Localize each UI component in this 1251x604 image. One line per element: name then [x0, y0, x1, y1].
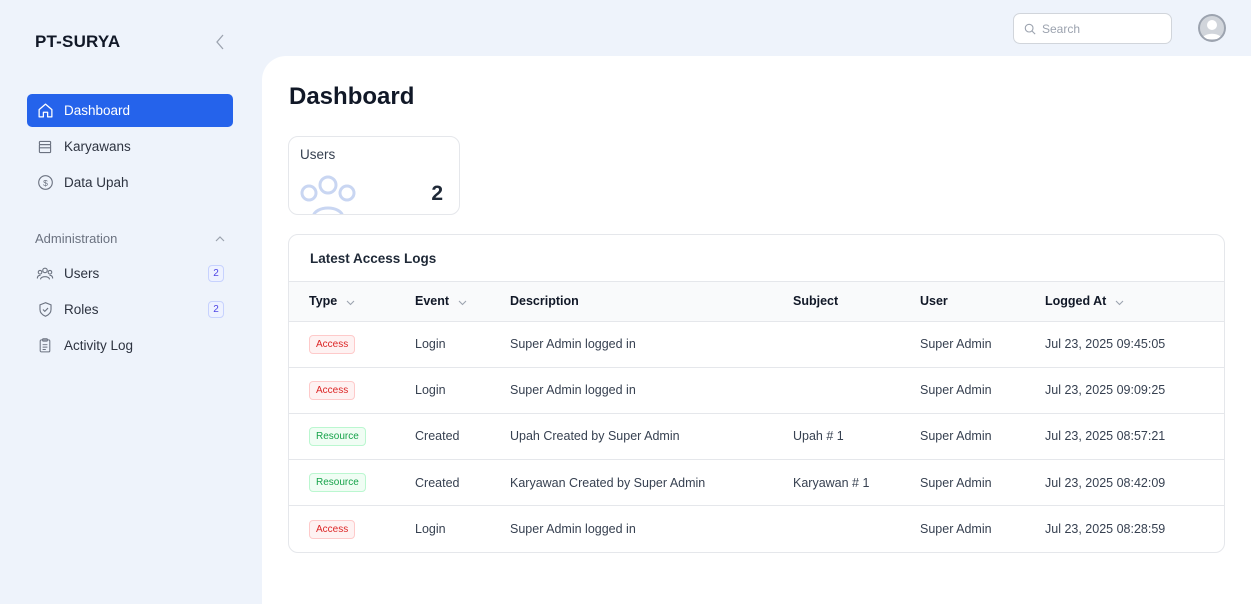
type-badge: Resource	[309, 426, 366, 446]
subject-cell	[793, 506, 920, 552]
subject-cell: Karyawan # 1	[793, 475, 870, 490]
sidebar-item-label: Data Upah	[64, 175, 129, 190]
column-header-logged-at[interactable]: Logged At	[1045, 282, 1224, 322]
type-badge: Access	[309, 380, 356, 400]
user-cell: Super Admin	[920, 475, 992, 490]
clipboard-icon	[35, 336, 55, 356]
column-label: Event	[415, 293, 450, 308]
description-cell: Super Admin logged in	[510, 337, 636, 352]
event-cell: Login	[415, 383, 446, 398]
sidebar-item-label: Users	[64, 266, 100, 281]
event-cell: Login	[415, 522, 446, 537]
search-input[interactable]: Search	[1013, 13, 1172, 44]
sidebar: PT-SURYA Dashboard Karyawans $ Data Upah…	[0, 0, 262, 604]
sidebar-item-dashboard[interactable]: Dashboard	[27, 94, 233, 127]
table-row[interactable]: Access Login Super Admin logged in Super…	[289, 506, 1224, 552]
logged-at-cell: Jul 23, 2025 09:45:05	[1045, 337, 1166, 352]
group-title: Administration	[35, 230, 118, 246]
event-cell: Created	[415, 475, 460, 490]
column-header-user: User	[920, 282, 1045, 322]
logged-at-cell: Jul 23, 2025 08:42:09	[1045, 475, 1166, 490]
column-header-subject: Subject	[793, 282, 920, 322]
administration-group-toggle[interactable]: Administration	[35, 229, 225, 247]
logged-at-cell: Jul 23, 2025 09:09:25	[1045, 383, 1166, 398]
sidebar-item-data-upah[interactable]: $ Data Upah	[27, 166, 233, 199]
column-label: Logged At	[1045, 293, 1107, 308]
chevron-down-icon	[458, 295, 467, 309]
sidebar-item-activity-log[interactable]: Activity Log	[27, 329, 233, 362]
dollar-icon: $	[35, 173, 55, 193]
sidebar-item-label: Roles	[64, 302, 99, 317]
description-cell: Karyawan Created by Super Admin	[510, 475, 706, 490]
users-icon	[35, 264, 55, 284]
logged-at-cell: Jul 23, 2025 08:28:59	[1045, 522, 1166, 537]
description-cell: Super Admin logged in	[510, 522, 636, 537]
type-badge: Access	[309, 334, 356, 354]
table-row[interactable]: Access Login Super Admin logged in Super…	[289, 321, 1224, 368]
chevron-up-icon	[215, 231, 225, 246]
svg-text:$: $	[43, 178, 48, 188]
stat-label: Users	[300, 147, 336, 162]
users-icon	[293, 171, 363, 214]
stat-value: 2	[431, 182, 443, 205]
event-cell: Login	[415, 337, 446, 352]
user-avatar-icon	[1198, 14, 1226, 42]
access-logs-table-card: Latest Access Logs Type Event Descriptio…	[288, 234, 1225, 553]
archive-icon	[35, 137, 55, 157]
brand-name: PT-SURYA	[35, 32, 121, 51]
table-row[interactable]: Access Login Super Admin logged in Super…	[289, 367, 1224, 414]
sidebar-item-label: Activity Log	[64, 338, 134, 353]
logs-title: Latest Access Logs	[289, 235, 1224, 282]
type-badge: Resource	[309, 473, 366, 493]
user-cell: Super Admin	[920, 337, 992, 352]
search-placeholder: Search	[1042, 21, 1081, 36]
sidebar-item-karyawans[interactable]: Karyawans	[27, 130, 233, 163]
chevron-down-icon	[346, 295, 355, 309]
chevron-left-icon	[216, 34, 224, 50]
column-header-description: Description	[510, 282, 793, 322]
roles-count-badge: 2	[208, 301, 224, 318]
access-logs-table: Type Event Description Subject User Logg…	[289, 282, 1224, 552]
chevron-down-icon	[1115, 295, 1124, 309]
event-cell: Created	[415, 429, 460, 444]
shield-check-icon	[35, 300, 55, 320]
sidebar-item-label: Dashboard	[64, 103, 131, 118]
users-count-badge: 2	[208, 265, 224, 282]
users-stat-card: Users 2	[288, 136, 460, 215]
subject-cell	[793, 321, 920, 367]
table-row[interactable]: Resource Created Upah Created by Super A…	[289, 413, 1224, 460]
collapse-sidebar-button[interactable]	[210, 30, 230, 54]
search-icon	[1024, 23, 1036, 35]
type-badge: Access	[309, 519, 356, 539]
logged-at-cell: Jul 23, 2025 08:57:21	[1045, 429, 1166, 444]
sidebar-item-roles[interactable]: Roles 2	[27, 293, 233, 326]
home-icon	[35, 101, 55, 121]
subject-cell: Upah # 1	[793, 429, 844, 444]
sidebar-item-label: Karyawans	[64, 139, 131, 154]
column-label: Type	[309, 293, 338, 308]
user-cell: Super Admin	[920, 429, 992, 444]
column-header-event[interactable]: Event	[415, 282, 510, 322]
user-cell: Super Admin	[920, 383, 992, 398]
table-header-row: Type Event Description Subject User Logg…	[289, 282, 1224, 322]
column-header-type[interactable]: Type	[289, 282, 415, 322]
page-title: Dashboard	[289, 83, 415, 110]
description-cell: Super Admin logged in	[510, 383, 636, 398]
description-cell: Upah Created by Super Admin	[510, 429, 680, 444]
avatar[interactable]	[1198, 14, 1226, 42]
subject-cell	[793, 367, 920, 413]
sidebar-item-users[interactable]: Users 2	[27, 257, 233, 290]
table-row[interactable]: Resource Created Karyawan Created by Sup…	[289, 460, 1224, 506]
user-cell: Super Admin	[920, 522, 992, 537]
